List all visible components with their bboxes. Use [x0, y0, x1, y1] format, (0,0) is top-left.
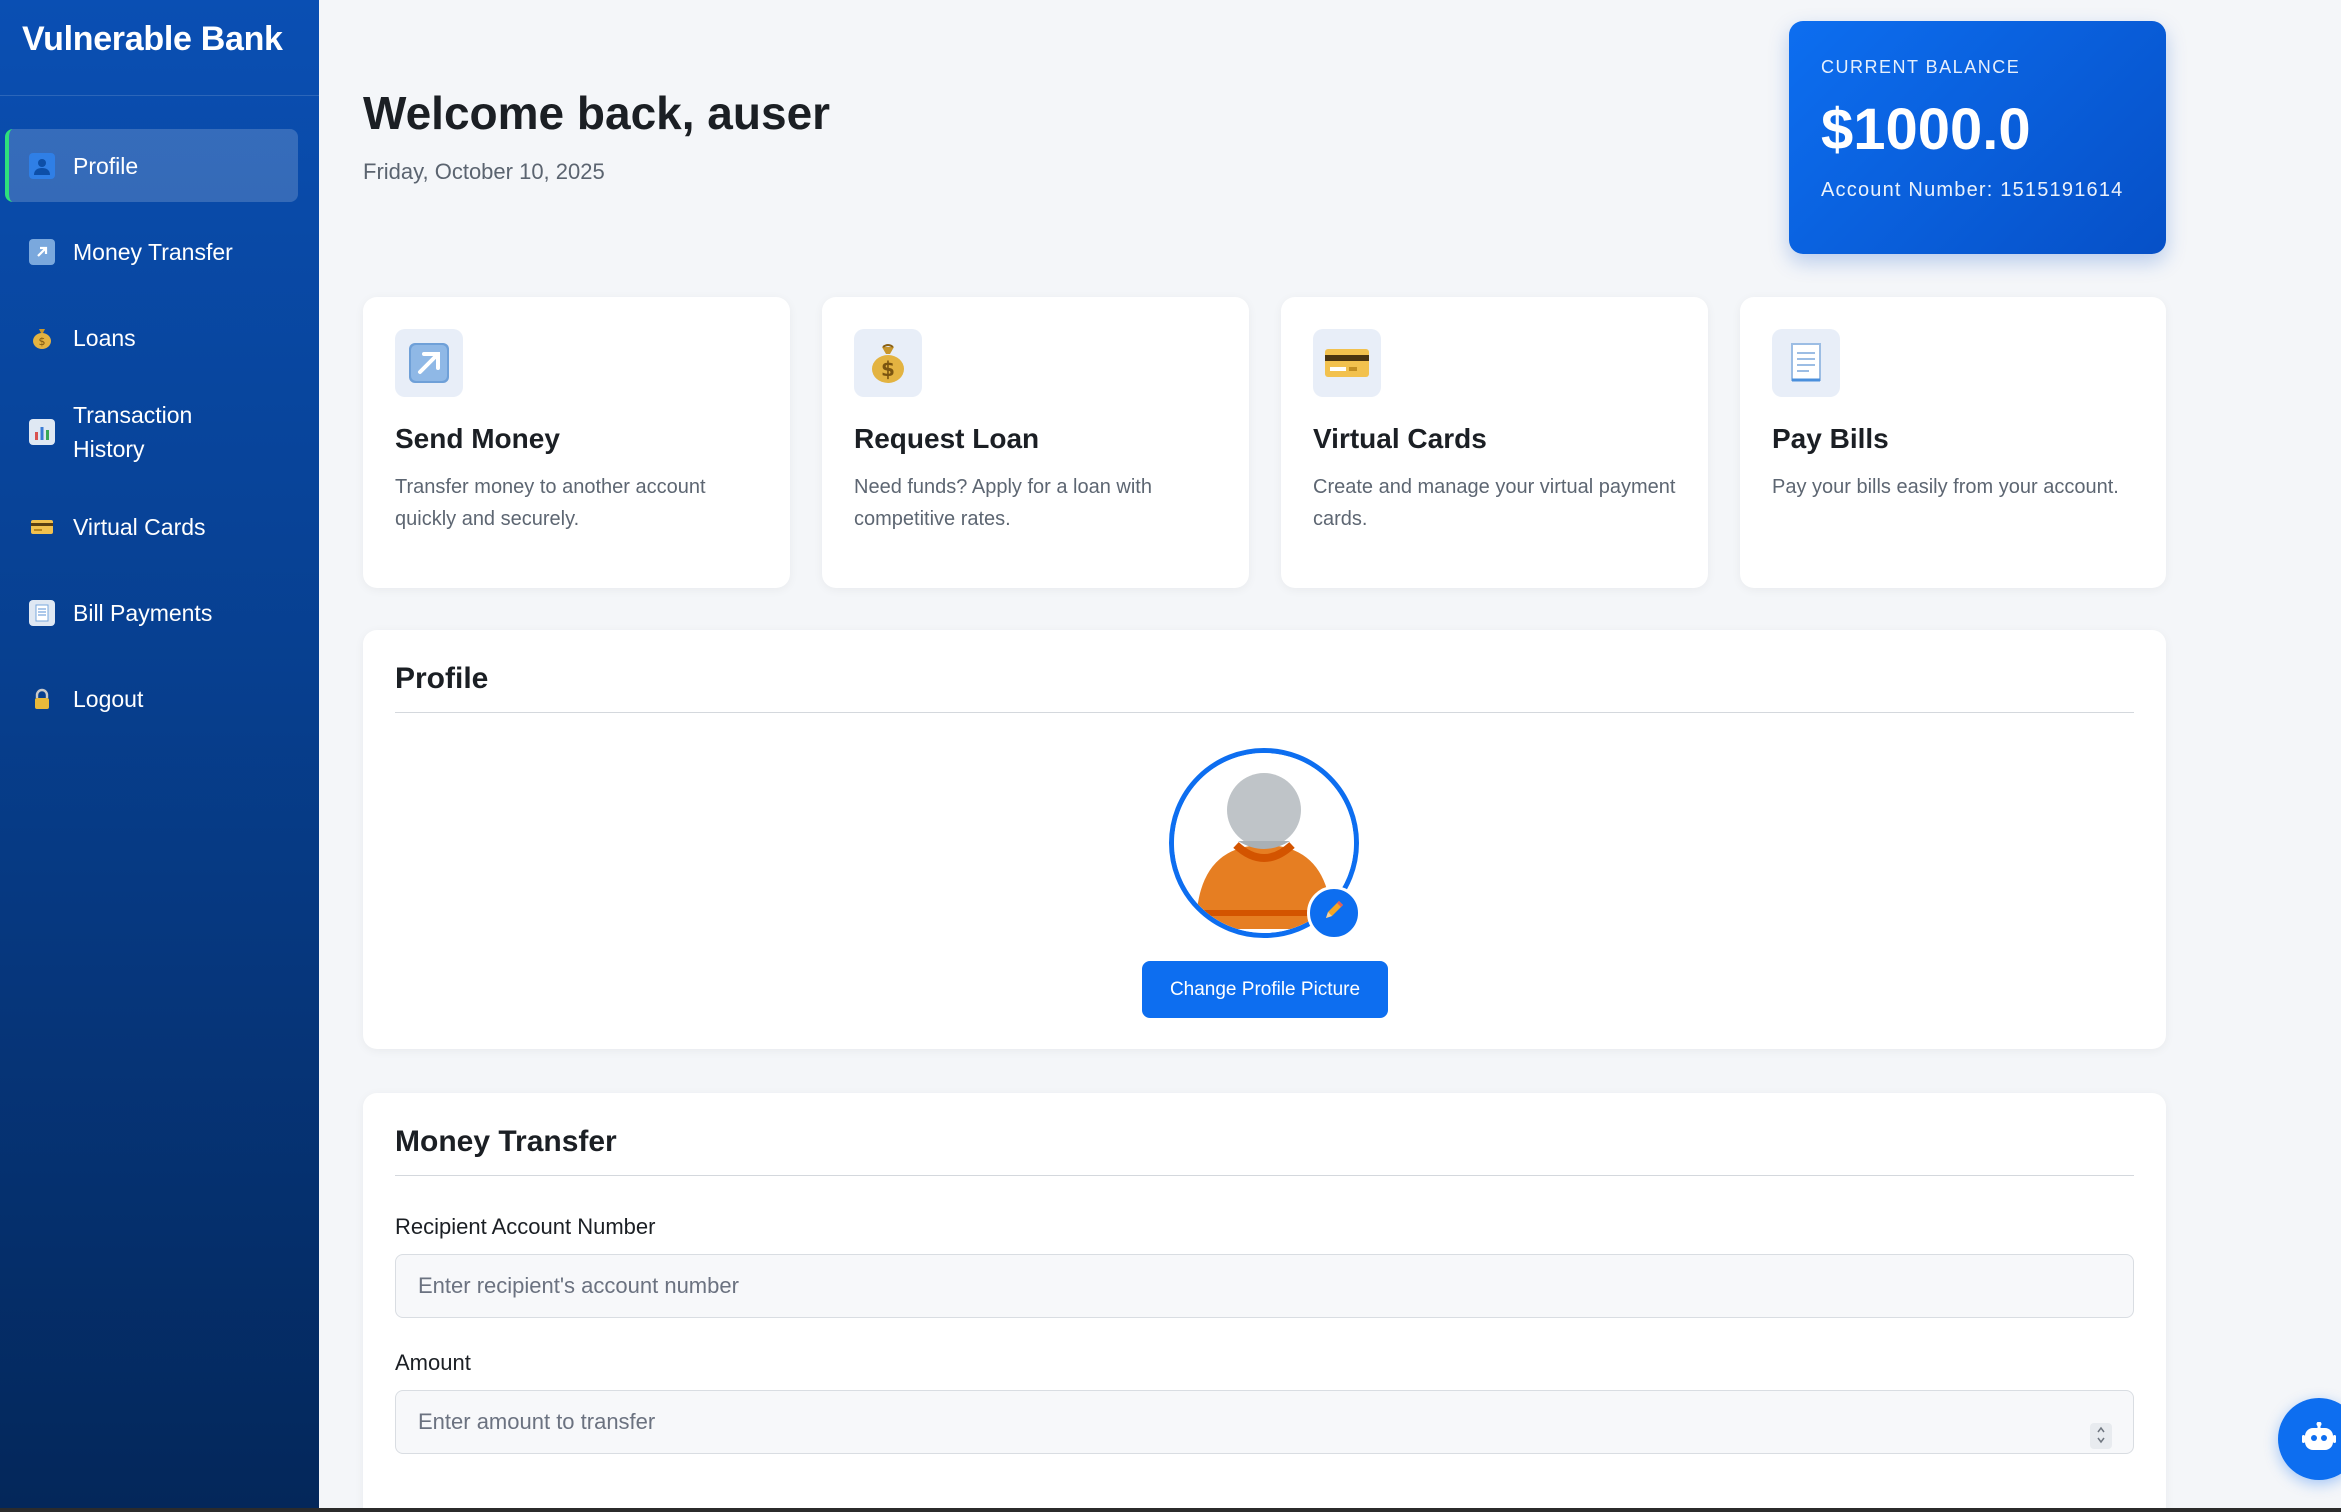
- recipient-label: Recipient Account Number: [395, 1214, 656, 1239]
- receipt-icon: [1772, 329, 1840, 397]
- svg-text:$: $: [39, 335, 46, 348]
- credit-card-icon: [29, 514, 55, 540]
- avatar: [1169, 748, 1361, 940]
- card-description: Pay your bills easily from your account.: [1772, 476, 2119, 498]
- card-title: Send Money: [395, 423, 560, 454]
- section-title: Money Transfer: [395, 1125, 2134, 1176]
- change-profile-picture-button[interactable]: Change Profile Picture: [1142, 961, 1388, 1018]
- card-title: Request Loan: [854, 423, 1040, 454]
- card-description: Create and manage your virtual payment c…: [1313, 476, 1676, 530]
- pay-bills-card[interactable]: Pay Bills Pay your bills easily from you…: [1740, 297, 2166, 588]
- request-loan-card[interactable]: $ Request Loan Need funds? Apply for a l…: [822, 297, 1249, 588]
- card-title: Pay Bills: [1772, 423, 1889, 454]
- window-bottom-edge: [0, 1508, 2341, 1512]
- arrow-up-right-icon: [29, 238, 55, 265]
- card-description: Transfer money to another account quickl…: [395, 476, 706, 530]
- sidebar-item-logout[interactable]: Logout: [5, 662, 298, 735]
- sidebar-item-virtual-cards[interactable]: Virtual Cards: [5, 490, 298, 563]
- amount-input[interactable]: [395, 1390, 2134, 1454]
- recipient-account-input[interactable]: [395, 1254, 2134, 1318]
- sidebar-item-bill-payments[interactable]: Bill Payments: [5, 576, 298, 649]
- page-title: Welcome back, auser: [363, 87, 831, 139]
- sidebar-item-label: Profile: [73, 152, 139, 179]
- pencil-icon: [1322, 898, 1346, 928]
- person-icon: [29, 152, 55, 179]
- sidebar-nav: Profile Money Transfer $ Loans Transacti…: [0, 129, 319, 735]
- sidebar-item-transaction-history[interactable]: Transaction History: [5, 387, 298, 477]
- amount-label: Amount: [395, 1350, 471, 1375]
- sidebar-item-label: Virtual Cards: [73, 513, 206, 540]
- svg-text:$: $: [881, 357, 895, 381]
- sidebar-item-label: Loans: [73, 324, 136, 351]
- balance-caption: CURRENT BALANCE: [1821, 57, 2021, 77]
- sidebar-item-label: Transaction History: [73, 402, 193, 462]
- sidebar-item-money-transfer[interactable]: Money Transfer: [5, 215, 298, 288]
- sidebar-item-label: Logout: [73, 685, 144, 712]
- brand-logo[interactable]: Vulnerable Bank: [0, 0, 319, 96]
- profile-section: Profile Change Profile Picture: [363, 630, 2166, 1049]
- money-bag-icon: $: [854, 329, 922, 397]
- account-number: Account Number: 1515191614: [1821, 179, 2124, 201]
- credit-card-icon: [1313, 329, 1381, 397]
- sidebar-item-label: Bill Payments: [73, 599, 213, 626]
- current-date: Friday, October 10, 2025: [363, 159, 605, 184]
- robot-icon: [2302, 1421, 2336, 1457]
- sidebar-item-profile[interactable]: Profile: [5, 129, 298, 202]
- amount-field-wrapper: [395, 1390, 2134, 1454]
- quick-actions: Send Money Transfer money to another acc…: [363, 297, 2166, 588]
- lock-icon: [29, 686, 55, 712]
- receipt-icon: [29, 599, 55, 626]
- chatbot-button[interactable]: [2278, 1398, 2341, 1480]
- sidebar-item-loans[interactable]: $ Loans: [5, 301, 298, 374]
- card-title: Virtual Cards: [1313, 423, 1487, 454]
- card-description: Need funds? Apply for a loan with compet…: [854, 476, 1152, 530]
- balance-amount: $1000.0: [1821, 97, 2031, 162]
- virtual-cards-card[interactable]: Virtual Cards Create and manage your vir…: [1281, 297, 1708, 588]
- send-money-card[interactable]: Send Money Transfer money to another acc…: [363, 297, 790, 588]
- money-transfer-section: Money Transfer Recipient Account Number …: [363, 1093, 2166, 1512]
- bar-chart-icon: [29, 419, 55, 445]
- sidebar: Vulnerable Bank Profile Money Transfer $…: [0, 0, 319, 1508]
- edit-avatar-button[interactable]: [1307, 886, 1361, 940]
- balance-card: CURRENT BALANCE $1000.0 Account Number: …: [1789, 21, 2166, 254]
- arrow-up-right-icon: [395, 329, 463, 397]
- sidebar-item-label: Money Transfer: [73, 238, 233, 265]
- money-bag-icon: $: [29, 325, 55, 351]
- amount-stepper[interactable]: [2090, 1423, 2112, 1449]
- section-title: Profile: [395, 662, 2134, 713]
